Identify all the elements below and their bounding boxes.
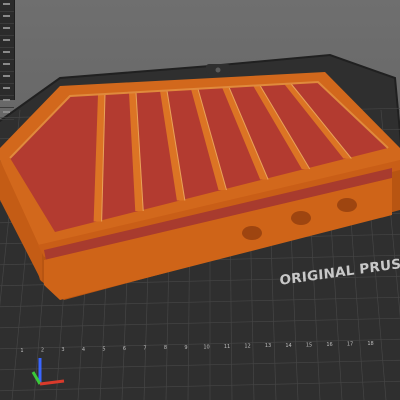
panel-row[interactable]	[0, 75, 14, 84]
ruler-tick-label: 8	[164, 345, 167, 351]
scene-canvas[interactable]: 1 2 3 4 5 6 7 8 9 10 11 12 13 14 15 16 17 18	[0, 0, 400, 400]
ruler-tick-label: 6	[123, 346, 126, 352]
panel-row[interactable]	[0, 99, 14, 108]
panel-row[interactable]	[0, 39, 14, 48]
panel-row[interactable]	[0, 63, 14, 72]
axis-gizmo-icon[interactable]	[28, 352, 68, 392]
panel-row[interactable]	[0, 51, 14, 60]
panel-row[interactable]	[0, 111, 14, 120]
panel-row[interactable]	[0, 15, 14, 24]
ruler-tick-label: 9	[184, 345, 187, 351]
slider-list-icon[interactable]	[0, 0, 15, 120]
ruler-tick-label: 16	[326, 342, 332, 348]
ruler-tick-label: 4	[82, 347, 85, 353]
x-axis	[39, 379, 65, 386]
panel-row[interactable]	[0, 3, 14, 12]
ruler-tick-label: 5	[102, 346, 105, 352]
ruler-tick-label: 12	[244, 344, 250, 350]
ruler-tick-label: 14	[285, 343, 291, 349]
ruler-tick-label: 10	[203, 344, 209, 350]
ruler-tick-label: 1	[20, 348, 23, 354]
ruler-tick-label: 11	[224, 344, 230, 350]
ruler-tick-label: 17	[347, 342, 353, 348]
ruler-tick-label: 18	[367, 341, 373, 347]
ruler-tick-label: 15	[306, 342, 312, 348]
ruler-tick-label: 7	[143, 346, 146, 352]
panel-row[interactable]	[0, 87, 14, 96]
ruler-tick-label: 13	[265, 343, 271, 349]
3d-viewport[interactable]: 1 2 3 4 5 6 7 8 9 10 11 12 13 14 15 16 17 18 ORIGINAL PRU…	[0, 0, 400, 400]
panel-row[interactable]	[0, 27, 14, 36]
